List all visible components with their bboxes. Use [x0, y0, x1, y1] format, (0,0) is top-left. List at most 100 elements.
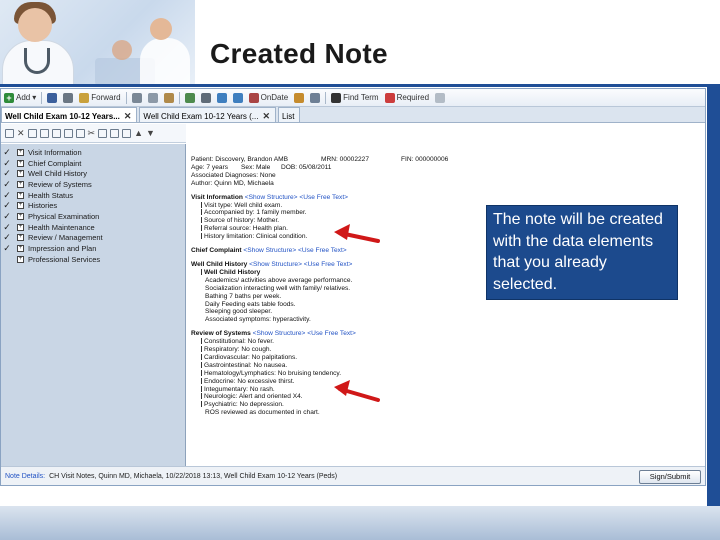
expand-icon[interactable]: +	[17, 170, 24, 178]
section-label: Impression and Plan	[28, 244, 97, 254]
paste-icon[interactable]	[110, 128, 120, 138]
close-icon[interactable]: ✕	[124, 111, 132, 122]
expand-icon[interactable]: +	[17, 212, 24, 220]
print-button[interactable]	[60, 90, 76, 106]
attach-button[interactable]	[307, 90, 323, 106]
pen-icon	[294, 92, 305, 103]
sign-submit-button[interactable]: Sign/Submit	[639, 470, 701, 484]
ros-line: Constitutional: No fever.	[191, 338, 705, 346]
find-term-button[interactable]: Find Term	[328, 90, 381, 106]
arrow-up-icon[interactable]: ▲	[134, 128, 143, 138]
delete-icon[interactable]	[122, 128, 132, 138]
expand-icon[interactable]: +	[17, 255, 24, 263]
note-details-label: Note Details:	[5, 473, 46, 480]
history-line: Daily Feeding eats table foods.	[205, 300, 296, 308]
section-toolbar: ✕ ✂ ▲ ▼	[1, 124, 186, 143]
find-term-label: Find Term	[343, 93, 379, 102]
ros-line: Integumentary: No rash.	[191, 385, 705, 394]
insert-icon[interactable]	[75, 128, 85, 138]
refresh-icon[interactable]	[63, 128, 73, 138]
add-label: Add	[16, 93, 31, 102]
checkmark-icon: ✓	[3, 200, 11, 211]
show-structure-link[interactable]: <Show Structure>	[245, 194, 298, 201]
history-line: Associated symptoms: hyperactivity.	[205, 316, 311, 324]
plus-icon: +	[4, 92, 14, 103]
medical-staff-photo	[0, 0, 195, 86]
expand-icon[interactable]: +	[17, 245, 24, 253]
undo-button[interactable]	[214, 90, 230, 106]
close-icon[interactable]: ✕	[262, 111, 270, 122]
folder-icon[interactable]	[39, 128, 49, 138]
sign-icon-button[interactable]	[291, 90, 307, 106]
section-label: Physical Examination	[28, 211, 100, 221]
undo-icon	[216, 92, 227, 103]
forward-button[interactable]: Forward	[76, 90, 123, 106]
paste-button[interactable]	[161, 90, 177, 106]
redo-button[interactable]	[230, 90, 246, 106]
copy-icon[interactable]	[98, 128, 108, 138]
use-free-text-link[interactable]: <Use Free Text>	[304, 261, 353, 268]
ondate-button[interactable]: OnDate	[246, 90, 292, 106]
section-list: ✓ + Visit Information ✓ + Chief Complaint ✓ +…	[1, 144, 186, 467]
section-physical-examination[interactable]: ✓ + Physical Examination	[1, 211, 185, 222]
expand-icon[interactable]: +	[17, 159, 24, 167]
clipboard-button[interactable]	[432, 90, 448, 106]
expand-icon[interactable]: +	[17, 202, 24, 210]
checkmark-icon: ✓	[3, 189, 11, 200]
section-label: Review of Systems	[28, 179, 92, 189]
patient-sex: Sex: Male	[241, 163, 271, 171]
section-health-status[interactable]: ✓ + Health Status	[1, 190, 185, 201]
use-free-text-link[interactable]: <Use Free Text>	[307, 330, 356, 337]
tab-label: Well Child Exam 10-12 Years (...	[143, 111, 259, 121]
expand-icon[interactable]: +	[17, 180, 24, 188]
tab-well-child-exam-2[interactable]: Well Child Exam 10-12 Years (... ✕	[139, 107, 276, 122]
section-review-management[interactable]: ✓ + Review / Management	[1, 232, 185, 244]
cut-button[interactable]	[129, 90, 145, 106]
section-well-child-history[interactable]: ✓ + Well Child History	[1, 168, 185, 179]
cut-icon[interactable]: ✂	[88, 128, 96, 139]
expand-icon[interactable]: +	[17, 191, 24, 199]
title-divider	[0, 84, 720, 87]
tab-well-child-exam-1[interactable]: Well Child Exam 10-12 Years... ✕	[1, 107, 138, 122]
spell-check-icon	[184, 92, 195, 103]
tab-list[interactable]: List	[277, 107, 301, 122]
section-chief-complaint[interactable]: ✓ + Chief Complaint	[1, 158, 185, 169]
expand-icon[interactable]: +	[17, 234, 24, 242]
review-of-systems-heading: Review of Systems	[191, 330, 251, 338]
expand-icon[interactable]: +	[17, 148, 24, 156]
document-tabs: Well Child Exam 10-12 Years... ✕ Well Ch…	[1, 107, 705, 123]
note-details-bar: Note Details: CH Visit Notes, Quinn MD, …	[1, 466, 705, 485]
section-histories[interactable]: ✓ + Histories	[1, 200, 185, 211]
ondate-label: OnDate	[260, 93, 289, 102]
show-structure-link[interactable]: <Show Structure>	[249, 261, 302, 268]
list-icon[interactable]	[5, 128, 14, 138]
add-button[interactable]: + Add ▾	[1, 90, 39, 106]
folder-open-icon[interactable]	[51, 128, 61, 138]
copy-button[interactable]	[145, 90, 161, 106]
use-free-text-link[interactable]: <Use Free Text>	[298, 247, 347, 254]
show-structure-link[interactable]: <Show Structure>	[253, 330, 306, 337]
checkmark-icon: ✓	[3, 210, 11, 221]
accent-bar	[707, 86, 720, 506]
required-button[interactable]: Required	[382, 90, 432, 106]
section-visit-information[interactable]: ✓ + Visit Information	[1, 147, 185, 158]
use-free-text-link[interactable]: <Use Free Text>	[299, 194, 348, 201]
ros-line: Neurologic: Alert and oriented X4.	[191, 393, 705, 401]
arrow-down-icon[interactable]: ▼	[146, 128, 155, 138]
section-label: Visit Information	[28, 147, 82, 157]
patient-dob: DOB: 05/08/2011	[281, 163, 332, 171]
patient-banner-row: Patient: Discovery, Brandon AMB MRN: 000…	[191, 156, 705, 164]
close-icon[interactable]: ✕	[17, 128, 25, 139]
format-button[interactable]	[198, 90, 214, 106]
section-review-of-systems[interactable]: ✓ + Review of Systems	[1, 179, 185, 190]
show-structure-link[interactable]: <Show Structure>	[243, 247, 296, 254]
section-health-maintenance[interactable]: ✓ + Health Maintenance	[1, 222, 185, 233]
binoculars-icon	[331, 92, 342, 103]
expand-icon[interactable]: +	[17, 223, 24, 231]
move-up-icon[interactable]	[27, 128, 37, 138]
spell-check-button[interactable]	[182, 90, 198, 106]
section-professional-services[interactable]: + Professional Services	[1, 254, 185, 265]
section-impression-and-plan[interactable]: ✓ + Impression and Plan	[1, 243, 185, 254]
forward-label: Forward	[91, 93, 121, 102]
save-button[interactable]	[44, 90, 60, 106]
